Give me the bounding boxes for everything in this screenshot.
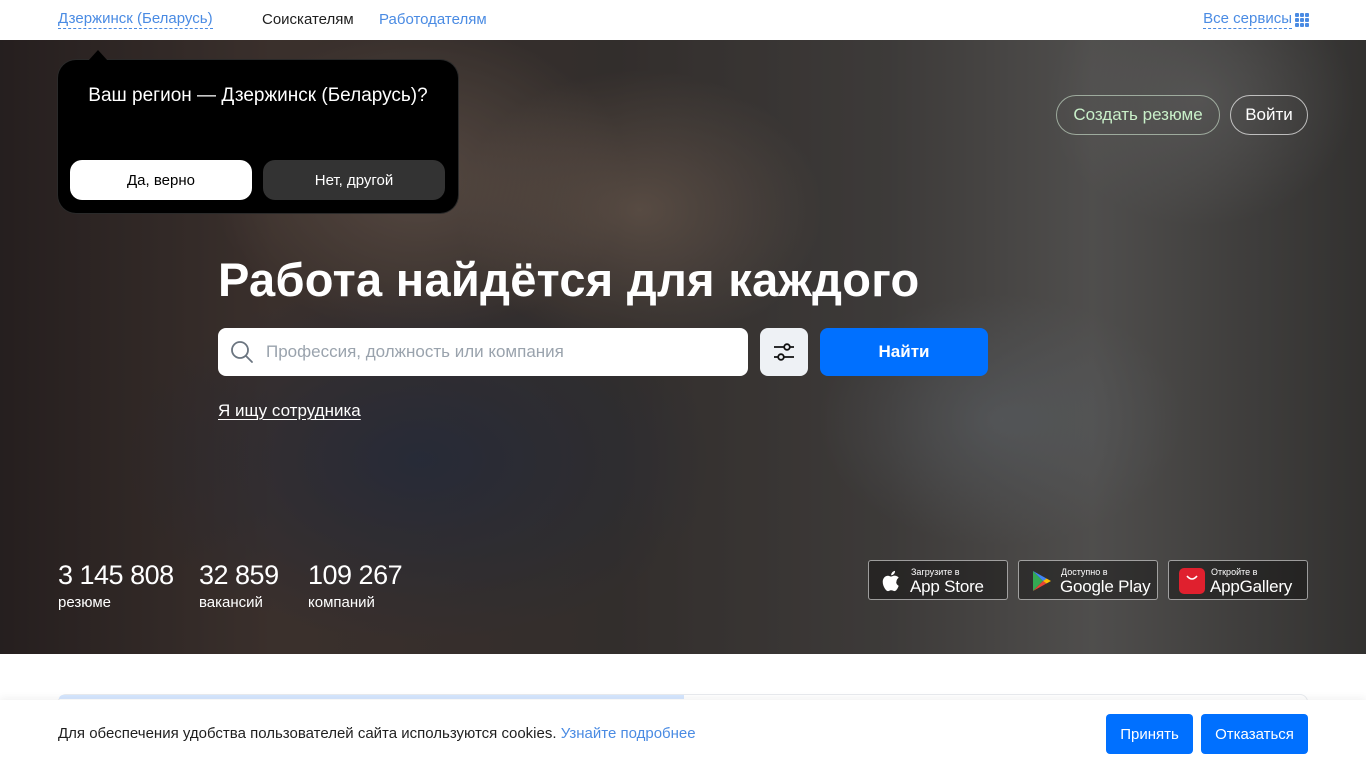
store-small-text: Откройте в xyxy=(1211,567,1258,577)
create-resume-button[interactable]: Создать резюме xyxy=(1056,95,1220,135)
store-big-text: App Store xyxy=(910,577,984,596)
stat-vacancies: 32 859 вакансий xyxy=(199,559,279,611)
cookie-decline-button[interactable]: Отказаться xyxy=(1201,714,1308,754)
app-store-badge[interactable]: Загрузите в App Store xyxy=(868,560,1008,600)
cookie-text: Для обеспечения удобства пользователей с… xyxy=(58,725,696,742)
region-confirm-popup: Ваш регион — Дзержинск (Беларусь)? Да, в… xyxy=(58,50,458,213)
employer-search-link[interactable]: Я ищу сотрудника xyxy=(218,401,361,421)
stat-number: 32 859 xyxy=(199,560,279,590)
stat-number: 3 145 808 xyxy=(58,560,174,590)
cookie-banner: Для обеспечения удобства пользователей с… xyxy=(0,700,1366,768)
huawei-icon xyxy=(1179,568,1205,594)
stat-number: 109 267 xyxy=(308,560,403,590)
appgallery-badge[interactable]: Откройте в AppGallery xyxy=(1168,560,1308,600)
region-question: Ваш регион — Дзержинск (Беларусь)? xyxy=(88,85,428,106)
stat-resumes: 3 145 808 резюме xyxy=(58,559,174,611)
login-button[interactable]: Войти xyxy=(1230,95,1308,135)
advanced-search-button[interactable] xyxy=(760,328,808,376)
search-icon xyxy=(231,341,253,363)
store-big-text: AppGallery xyxy=(1210,577,1293,596)
hero-title: Работа найдётся для каждого xyxy=(218,253,920,306)
region-selector[interactable]: Дзержинск (Беларусь) xyxy=(58,10,213,29)
region-no-button[interactable]: Нет, другой xyxy=(263,160,445,200)
sliders-icon xyxy=(774,343,794,361)
stat-label: резюме xyxy=(58,594,111,611)
top-bar: Дзержинск (Беларусь) Соискателям Работод… xyxy=(0,0,1366,40)
store-small-text: Загрузите в xyxy=(911,567,960,577)
all-services-link[interactable]: Все сервисы xyxy=(1203,10,1292,29)
google-play-badge[interactable]: Доступно в Google Play xyxy=(1018,560,1158,600)
store-big-text: Google Play xyxy=(1060,577,1151,596)
find-button[interactable]: Найти xyxy=(820,328,988,376)
grid-icon[interactable] xyxy=(1295,13,1309,27)
nav-seekers[interactable]: Соискателям xyxy=(262,11,354,28)
region-yes-button[interactable]: Да, верно xyxy=(70,160,252,200)
search-box xyxy=(218,328,748,376)
cookie-more-link[interactable]: Узнайте подробнее xyxy=(561,725,696,742)
google-play-icon xyxy=(1033,571,1051,591)
search-input[interactable] xyxy=(266,328,736,376)
stat-companies: 109 267 компаний xyxy=(308,559,403,611)
apple-icon xyxy=(882,570,899,592)
card-progress-bar xyxy=(59,695,684,699)
stat-label: вакансий xyxy=(199,594,263,611)
stat-label: компаний xyxy=(308,594,375,611)
cookie-accept-button[interactable]: Принять xyxy=(1106,714,1193,754)
hero-section: Ваш регион — Дзержинск (Беларусь)? Да, в… xyxy=(0,40,1366,654)
nav-employers[interactable]: Работодателям xyxy=(379,11,487,28)
cookie-message: Для обеспечения удобства пользователей с… xyxy=(58,725,557,742)
store-small-text: Доступно в xyxy=(1061,567,1108,577)
